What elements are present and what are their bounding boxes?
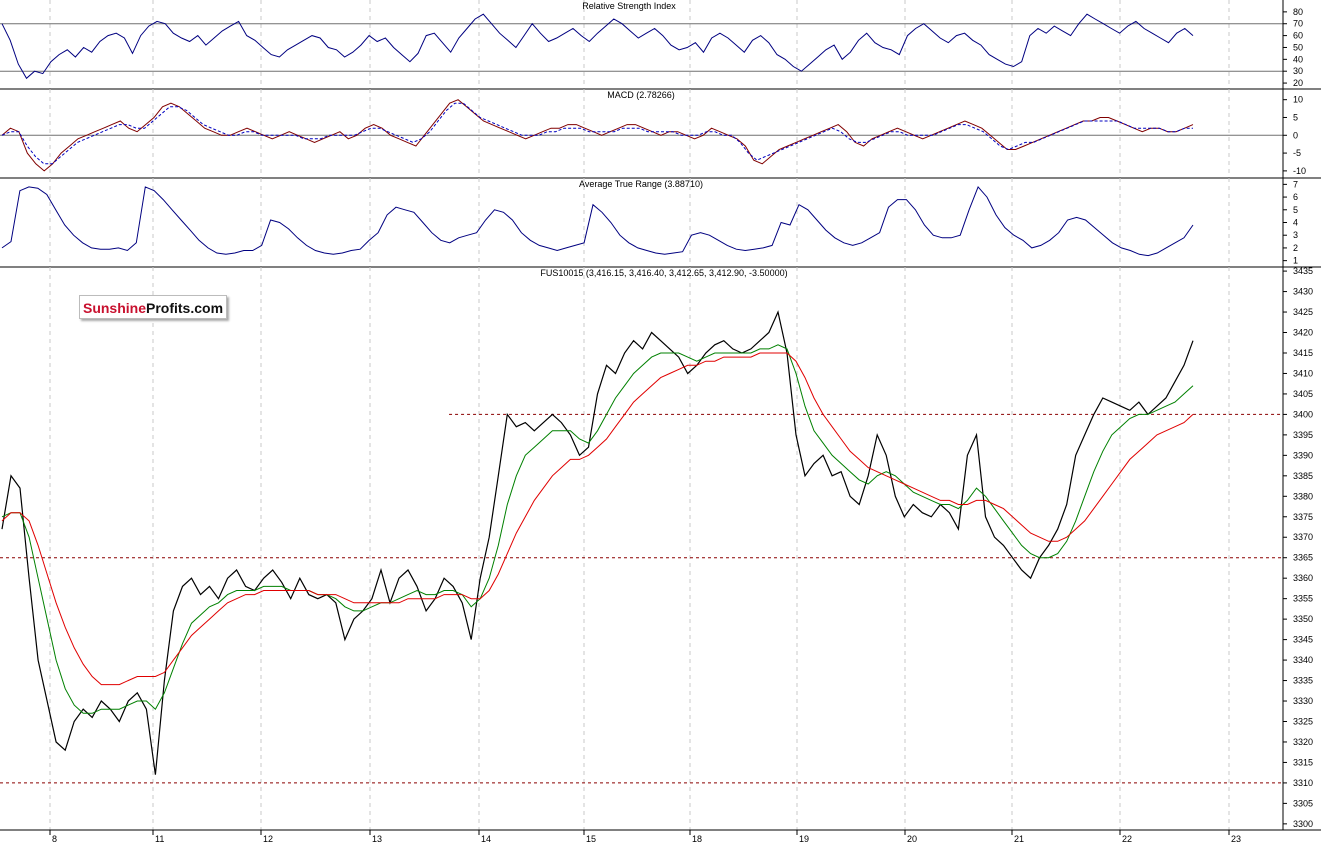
y-tick-label: 3360 <box>1293 573 1313 583</box>
y-tick-label: 7 <box>1293 179 1298 189</box>
y-tick-label: 3345 <box>1293 635 1313 645</box>
y-tick-label: 3400 <box>1293 409 1313 419</box>
y-tick-label: 3335 <box>1293 676 1313 686</box>
x-tick-label: 23 <box>1231 834 1241 844</box>
logo-part-2: Profits.com <box>146 300 224 316</box>
y-tick-label: 3325 <box>1293 716 1313 726</box>
y-tick-label: 10 <box>1293 95 1303 105</box>
panel-title: MACD (2.78266) <box>607 90 675 100</box>
y-tick-label: 1 <box>1293 256 1298 266</box>
y-tick-label: 20 <box>1293 78 1303 88</box>
y-tick-label: 30 <box>1293 66 1303 76</box>
series-line-3-2 <box>1 352 1194 686</box>
x-tick-label: 12 <box>263 834 273 844</box>
y-tick-label: -5 <box>1293 148 1301 158</box>
y-tick-label: 3435 <box>1293 266 1313 276</box>
x-tick-label: 15 <box>586 834 596 844</box>
y-tick-label: 3395 <box>1293 430 1313 440</box>
y-tick-label: 3385 <box>1293 471 1313 481</box>
y-tick-label: 3410 <box>1293 368 1313 378</box>
logo-part-1: Sunshine <box>82 300 146 316</box>
y-tick-label: 3425 <box>1293 307 1313 317</box>
x-tick-label: 19 <box>799 834 809 844</box>
y-tick-label: 5 <box>1293 205 1298 215</box>
panel-title: Relative Strength Index <box>582 1 676 11</box>
panel-title: Average True Range (3.88710) <box>579 179 703 189</box>
y-tick-label: 4 <box>1293 218 1298 228</box>
y-tick-label: 3305 <box>1293 798 1313 808</box>
y-tick-label: -10 <box>1293 166 1306 176</box>
y-tick-label: 3320 <box>1293 737 1313 747</box>
y-tick-label: 3330 <box>1293 696 1313 706</box>
x-tick-label: 21 <box>1014 834 1024 844</box>
y-tick-label: 3365 <box>1293 553 1313 563</box>
y-tick-label: 3 <box>1293 230 1298 240</box>
y-tick-label: 0 <box>1293 130 1298 140</box>
y-tick-label: 3390 <box>1293 450 1313 460</box>
y-tick-label: 60 <box>1293 31 1303 41</box>
y-tick-label: 3375 <box>1293 512 1313 522</box>
x-tick-label: 18 <box>692 834 702 844</box>
y-tick-label: 3405 <box>1293 389 1313 399</box>
y-tick-label: 70 <box>1293 19 1303 29</box>
y-tick-label: 3340 <box>1293 655 1313 665</box>
y-tick-label: 2 <box>1293 243 1298 253</box>
chart-canvas: 20304050607080Relative Strength Index-10… <box>0 0 1321 844</box>
y-tick-label: 3420 <box>1293 328 1313 338</box>
chart-root: 20 30 40 50 60 70 80 Relative Strength Index -10… <box>0 0 1321 844</box>
y-tick-label: 40 <box>1293 54 1303 64</box>
y-tick-label: 3430 <box>1293 287 1313 297</box>
sunshine-profits-logo: SunshineProfits.com <box>79 295 227 319</box>
y-tick-label: 6 <box>1293 192 1298 202</box>
y-tick-label: 5 <box>1293 112 1298 122</box>
x-tick-label: 8 <box>52 834 57 844</box>
x-tick-label: 14 <box>481 834 491 844</box>
panel-title: FUS10015 (3,416.15, 3,416.40, 3,412.65, … <box>540 268 787 278</box>
x-tick-label: 13 <box>372 834 382 844</box>
series-line-3-0 <box>1 310 1194 775</box>
x-tick-label: 11 <box>155 834 164 844</box>
y-tick-label: 3350 <box>1293 614 1313 624</box>
series-line-3-1 <box>1 344 1194 714</box>
x-tick-label: 20 <box>907 834 917 844</box>
y-tick-label: 3315 <box>1293 757 1313 767</box>
y-tick-label: 3300 <box>1293 819 1313 829</box>
y-tick-label: 3380 <box>1293 491 1313 501</box>
y-tick-label: 3370 <box>1293 532 1313 542</box>
series-line-2-0 <box>1 185 1194 257</box>
y-tick-label: 3355 <box>1293 594 1313 604</box>
y-tick-label: 3415 <box>1293 348 1313 358</box>
y-tick-label: 3310 <box>1293 778 1313 788</box>
y-tick-label: 80 <box>1293 7 1303 17</box>
x-tick-label: 22 <box>1122 834 1132 844</box>
y-tick-label: 50 <box>1293 42 1303 52</box>
